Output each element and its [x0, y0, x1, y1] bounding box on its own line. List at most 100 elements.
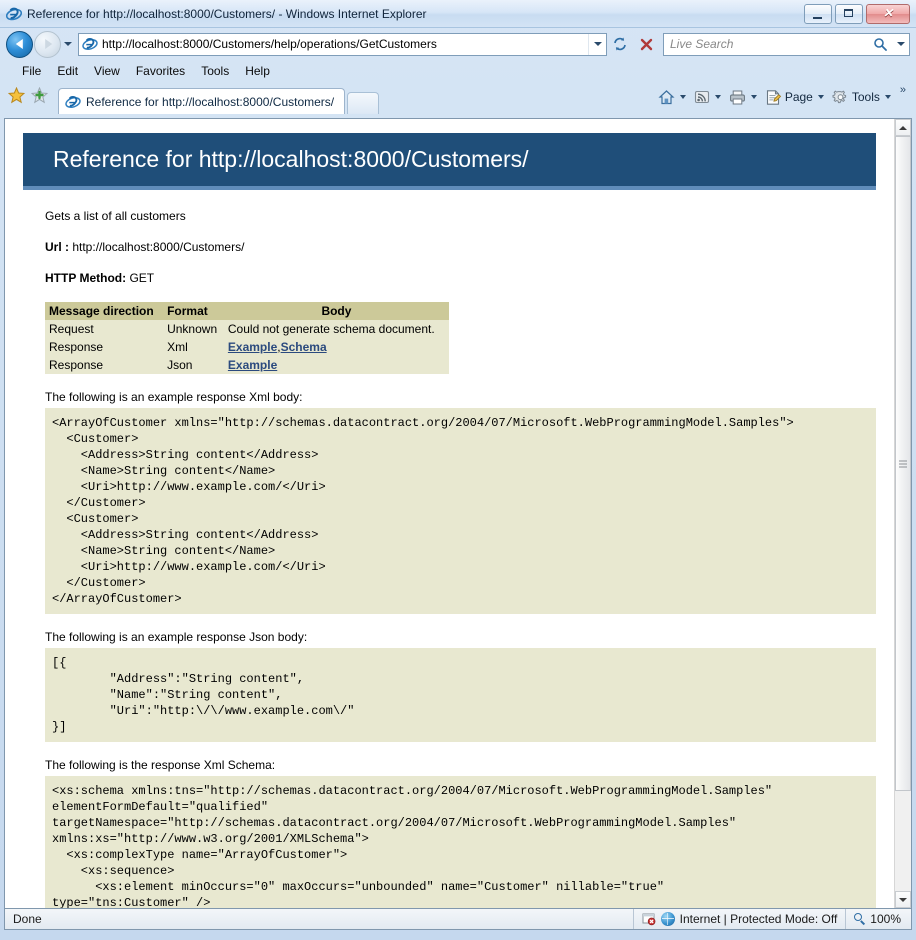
- security-zone-segment[interactable]: Internet | Protected Mode: Off: [633, 909, 846, 929]
- home-button[interactable]: [655, 87, 691, 108]
- search-provider-dropdown-icon[interactable]: [893, 32, 909, 57]
- chevron-down-icon[interactable]: [715, 95, 721, 99]
- window-title: Reference for http://localhost:8000/Cust…: [27, 7, 804, 21]
- triangle-up-icon: [899, 126, 907, 130]
- vertical-scrollbar[interactable]: [894, 119, 911, 908]
- new-tab-button[interactable]: [347, 92, 379, 114]
- home-icon: [658, 89, 675, 106]
- http-method-row: HTTP Method: GET: [45, 271, 876, 285]
- tab-ie-icon: [65, 94, 81, 110]
- xml-example-code: <ArrayOfCustomer xmlns="http://schemas.d…: [45, 408, 876, 614]
- page-button[interactable]: Page: [762, 87, 829, 108]
- address-input[interactable]: http://localhost:8000/Customers/help/ope…: [102, 37, 588, 51]
- xml-body-lead: The following is an example response Xml…: [45, 390, 876, 404]
- maximize-button[interactable]: [835, 4, 863, 24]
- table-header-row: Message direction Format Body: [45, 302, 449, 320]
- window-buttons: ✕: [804, 4, 910, 24]
- tools-button[interactable]: Tools: [829, 87, 896, 108]
- status-bar: Done Internet | Protected Mode: Off 100%: [4, 908, 912, 930]
- cell-body: Example,Schema: [224, 338, 449, 356]
- table-row: Response Json Example: [45, 356, 449, 374]
- ie-page-icon: [82, 36, 98, 52]
- cell-body: Could not generate schema document.: [224, 320, 449, 338]
- cell-body: Example: [224, 356, 449, 374]
- zoom-level-label: 100%: [870, 912, 901, 926]
- recent-pages-button[interactable]: [61, 32, 75, 57]
- menu-tools[interactable]: Tools: [193, 62, 237, 80]
- page-button-label: Page: [785, 90, 813, 104]
- page-icon: [765, 89, 782, 106]
- favorites-buttons: [8, 80, 48, 114]
- cell-format: Unknown: [163, 320, 224, 338]
- scroll-thumb[interactable]: [895, 136, 911, 791]
- menu-help[interactable]: Help: [237, 62, 278, 80]
- tab-label: Reference for http://localhost:8000/Cust…: [86, 95, 334, 109]
- menu-favorites[interactable]: Favorites: [128, 62, 193, 80]
- address-bar[interactable]: http://localhost:8000/Customers/help/ope…: [78, 33, 607, 56]
- chevron-down-icon[interactable]: [751, 95, 757, 99]
- url-value: http://localhost:8000/Customers/: [72, 240, 244, 254]
- chevron-down-icon[interactable]: [680, 95, 686, 99]
- status-message: Done: [5, 912, 42, 926]
- print-icon: [729, 89, 746, 106]
- popup-blocked-icon: [642, 912, 656, 926]
- tab-bar: Reference for http://localhost:8000/Cust…: [0, 82, 916, 114]
- page-banner: Reference for http://localhost:8000/Cust…: [23, 133, 876, 190]
- scroll-up-button[interactable]: [895, 119, 911, 136]
- search-box[interactable]: Live Search: [663, 33, 910, 56]
- json-body-lead: The following is an example response Jso…: [45, 630, 876, 644]
- json-example-code: [{ "Address":"String content", "Name":"S…: [45, 648, 876, 742]
- cell-direction: Response: [45, 338, 163, 356]
- gear-icon: [832, 89, 849, 106]
- http-method-label: HTTP Method:: [45, 271, 126, 285]
- menu-edit[interactable]: Edit: [49, 62, 86, 80]
- forward-button[interactable]: [34, 31, 61, 58]
- document-body: Reference for http://localhost:8000/Cust…: [5, 119, 894, 908]
- table-row: Request Unknown Could not generate schem…: [45, 320, 449, 338]
- xml-schema-lead: The following is the response Xml Schema…: [45, 758, 876, 772]
- ie-logo-icon: [6, 6, 22, 22]
- page-title: Reference for http://localhost:8000/Cust…: [23, 146, 529, 173]
- address-dropdown-icon[interactable]: [588, 34, 606, 55]
- cell-direction: Request: [45, 320, 163, 338]
- page-content: Gets a list of all customers Url : http:…: [5, 209, 894, 908]
- chevron-down-icon[interactable]: [885, 95, 891, 99]
- message-table: Message direction Format Body Request Un…: [45, 302, 449, 374]
- globe-icon: [661, 912, 675, 926]
- security-zone-label: Internet | Protected Mode: Off: [680, 912, 838, 926]
- tools-button-label: Tools: [852, 90, 880, 104]
- minimize-button[interactable]: [804, 4, 832, 24]
- link-json-example[interactable]: Example: [228, 358, 277, 372]
- search-input[interactable]: Live Search: [664, 37, 867, 51]
- column-header-format: Format: [163, 302, 224, 320]
- print-button[interactable]: [726, 87, 762, 108]
- zoom-segment[interactable]: 100%: [845, 909, 911, 929]
- chevron-down-icon[interactable]: [818, 95, 824, 99]
- cell-direction: Response: [45, 356, 163, 374]
- link-xml-schema[interactable]: Schema: [281, 340, 327, 354]
- menu-view[interactable]: View: [86, 62, 128, 80]
- xml-schema-code: <xs:schema xmlns:tns="http://schemas.dat…: [45, 776, 876, 908]
- close-button[interactable]: ✕: [866, 4, 910, 24]
- search-icon[interactable]: [867, 32, 893, 57]
- menu-file[interactable]: File: [14, 62, 49, 80]
- link-xml-example[interactable]: Example: [228, 340, 277, 354]
- favorites-center-icon[interactable]: [8, 87, 25, 104]
- triangle-down-icon: [899, 898, 907, 902]
- stop-button[interactable]: [633, 32, 659, 57]
- http-method-value: GET: [129, 271, 154, 285]
- menu-bar: File Edit View Favorites Tools Help: [0, 60, 916, 82]
- command-overflow-button[interactable]: »: [896, 84, 910, 96]
- feeds-button[interactable]: [691, 87, 726, 107]
- cell-format: Xml: [163, 338, 224, 356]
- refresh-button[interactable]: [607, 32, 633, 57]
- magnifier-icon: [854, 913, 866, 925]
- add-to-favorites-icon[interactable]: [31, 87, 48, 104]
- browser-tab[interactable]: Reference for http://localhost:8000/Cust…: [58, 88, 345, 114]
- scroll-thumb-grip-icon: [899, 460, 907, 467]
- back-button[interactable]: [6, 31, 33, 58]
- url-row: Url : http://localhost:8000/Customers/: [45, 240, 876, 254]
- scroll-down-button[interactable]: [895, 891, 911, 908]
- operation-description: Gets a list of all customers: [45, 209, 876, 223]
- title-bar: Reference for http://localhost:8000/Cust…: [0, 0, 916, 28]
